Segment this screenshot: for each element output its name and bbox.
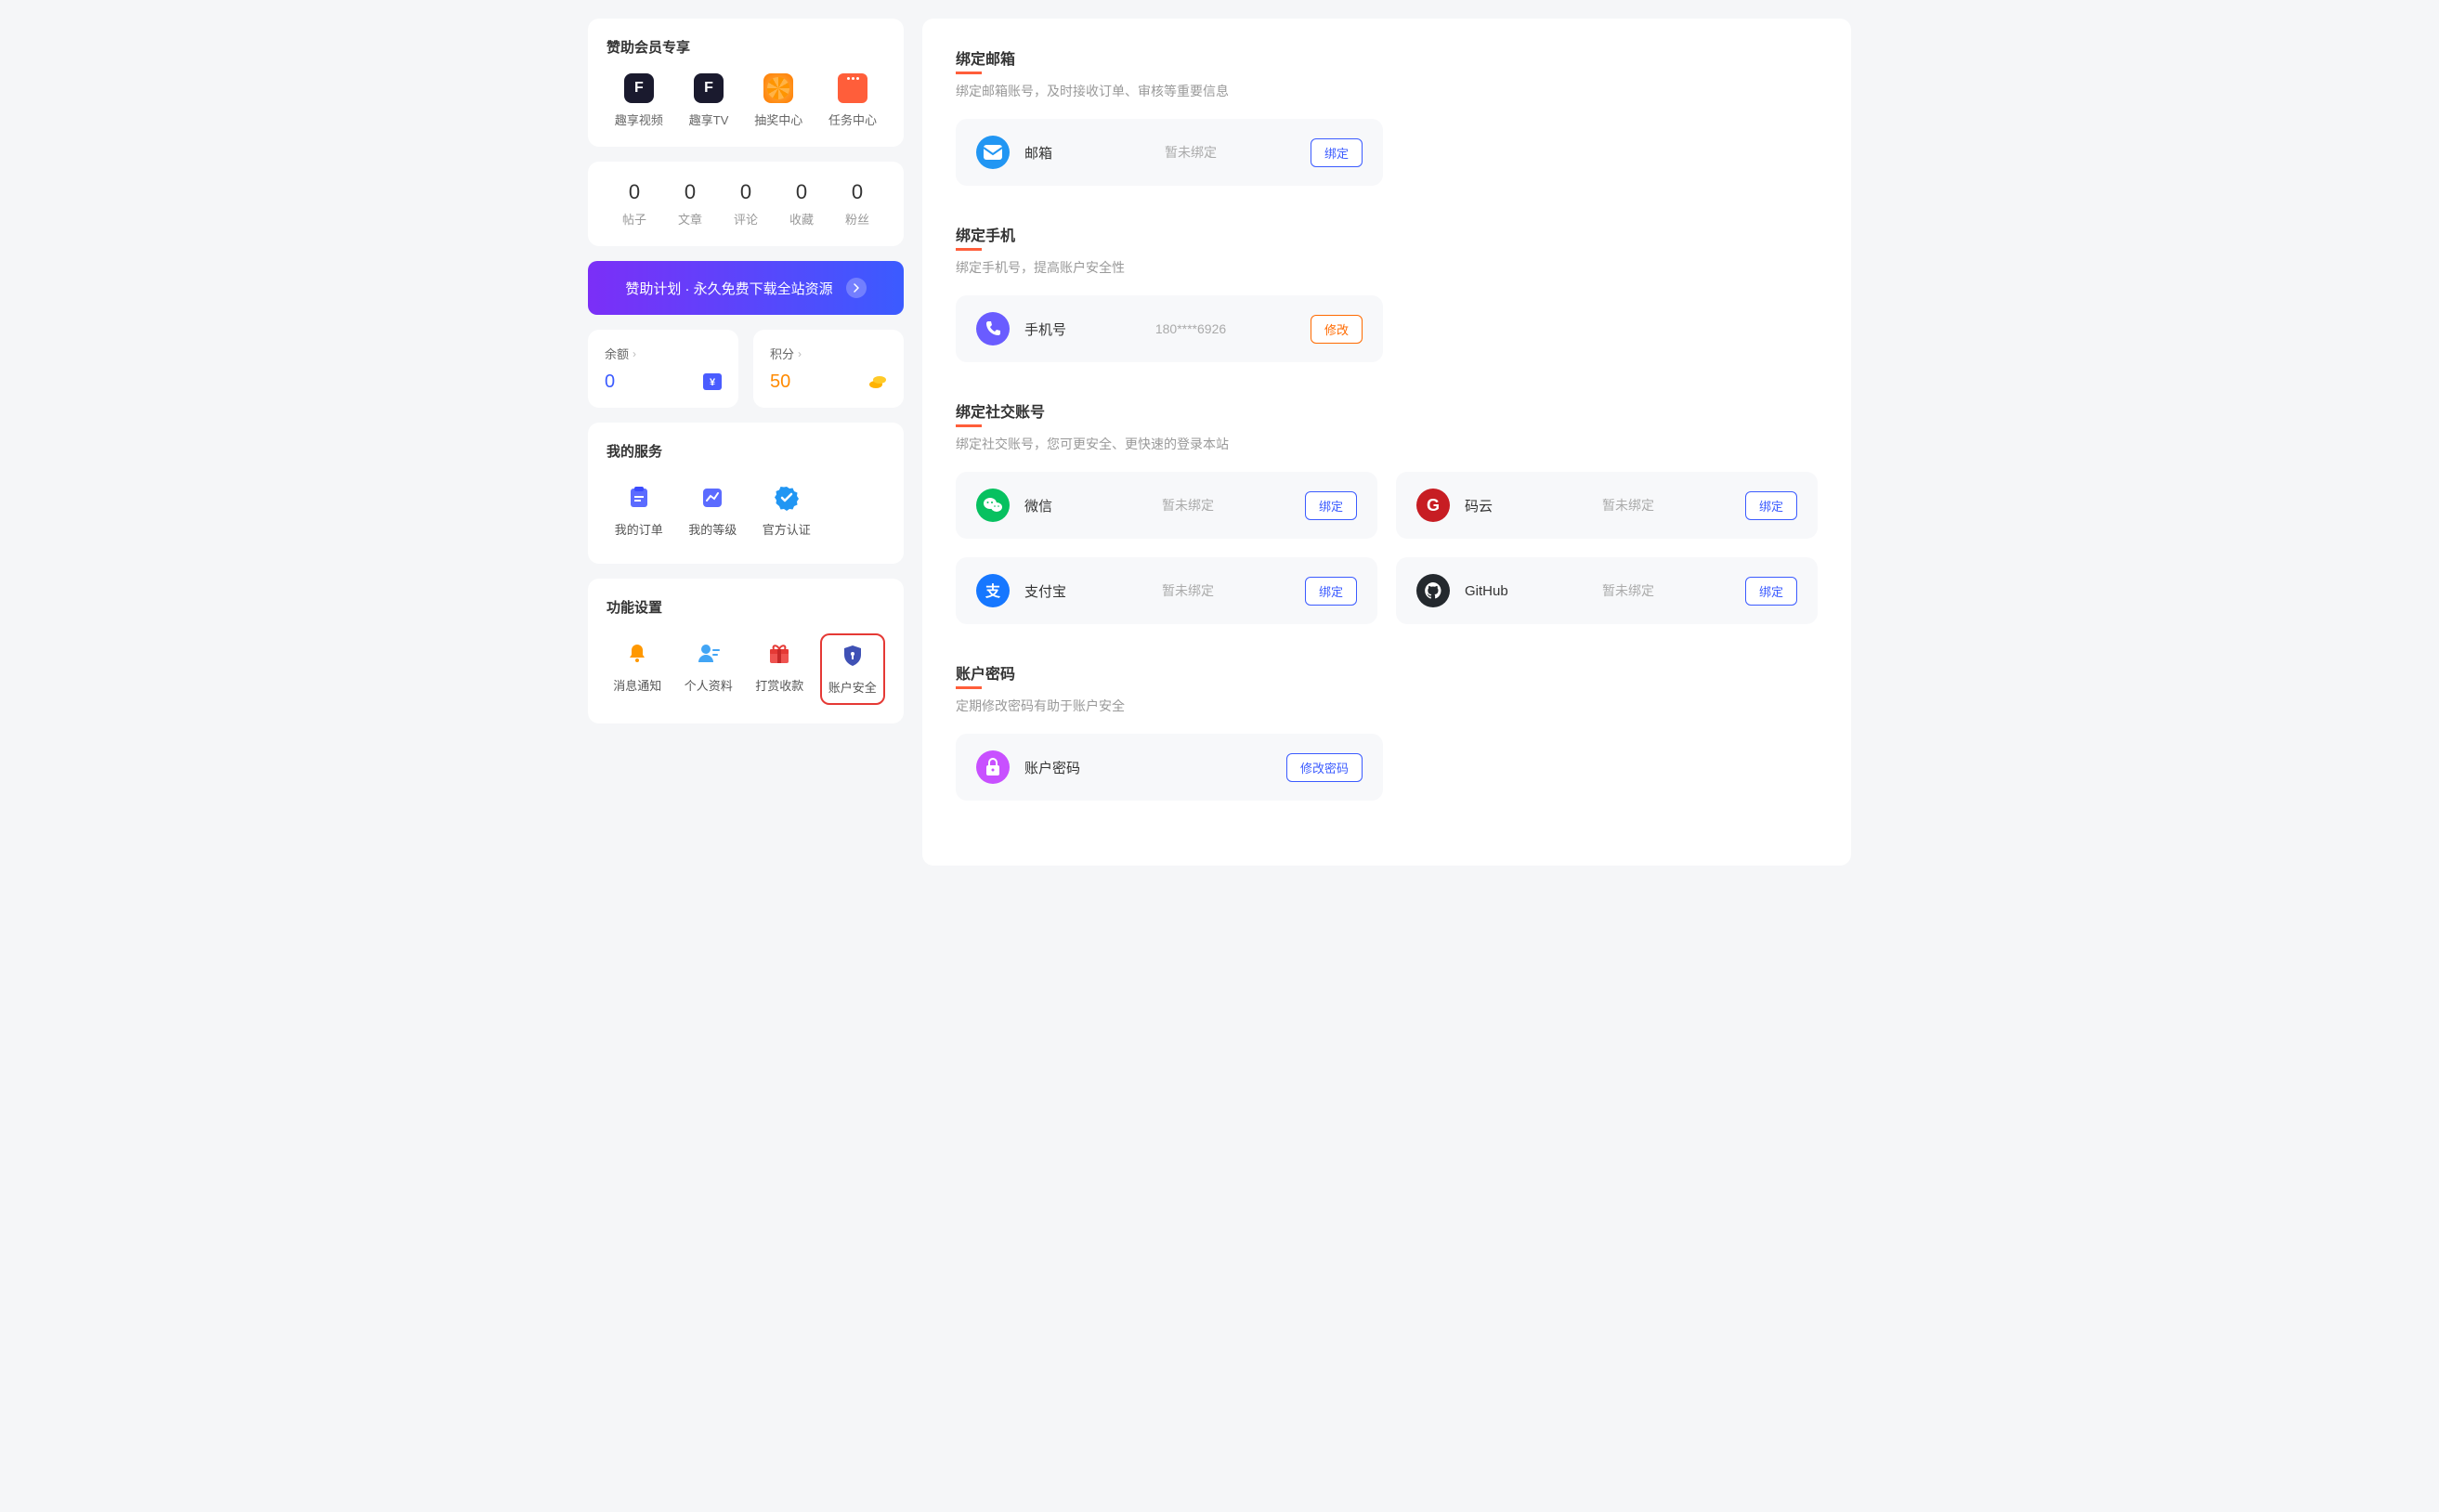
- settings-reward[interactable]: 打赏收款: [749, 633, 811, 705]
- section-title-email: 绑定邮箱: [956, 46, 1818, 69]
- phone-icon: [976, 312, 1010, 345]
- member-exclusive-card: 赞助会员专享 F 趣享视频 F 趣享TV 抽奖中心 任务中心: [588, 19, 904, 147]
- section-title-phone: 绑定手机: [956, 223, 1818, 245]
- binding-alipay: 支 支付宝 暂未绑定 绑定: [956, 557, 1377, 624]
- chevron-right-icon: ›: [798, 347, 802, 360]
- stat-posts[interactable]: 0 帖子: [622, 180, 646, 228]
- stat-fans[interactable]: 0 粉丝: [845, 180, 869, 228]
- member-item-tasks[interactable]: 任务中心: [828, 73, 877, 128]
- section-title-social: 绑定社交账号: [956, 399, 1818, 422]
- stat-comments[interactable]: 0 评论: [734, 180, 758, 228]
- svg-text:¥: ¥: [710, 377, 716, 388]
- balance-card[interactable]: 余额 › 0 ¥: [588, 330, 738, 408]
- bind-gitee-button[interactable]: 绑定: [1745, 491, 1797, 520]
- phone-status: 180****6926: [1086, 321, 1296, 336]
- change-password-button[interactable]: 修改密码: [1286, 753, 1363, 782]
- member-item-tv[interactable]: F 趣享TV: [689, 73, 729, 128]
- wallet-icon: ¥: [703, 373, 722, 392]
- services-title: 我的服务: [606, 441, 885, 461]
- main-content: 绑定邮箱 绑定邮箱账号，及时接收订单、审核等重要信息 邮箱 暂未绑定 绑定 绑定…: [922, 19, 1851, 866]
- github-icon: [1416, 574, 1450, 607]
- clipboard-icon: [626, 485, 652, 511]
- member-item-video[interactable]: F 趣享视频: [615, 73, 663, 128]
- service-orders[interactable]: 我的订单: [606, 477, 672, 545]
- alipay-icon: 支: [976, 574, 1010, 607]
- settings-security[interactable]: 账户安全: [820, 633, 886, 705]
- gift-icon: [766, 641, 792, 667]
- settings-title: 功能设置: [606, 597, 885, 617]
- points-value: 50: [770, 371, 790, 393]
- bind-github-button[interactable]: 绑定: [1745, 577, 1797, 606]
- section-title-password: 账户密码: [956, 661, 1818, 684]
- sponsor-banner[interactable]: 赞助计划 · 永久免费下载全站资源: [588, 261, 904, 315]
- wheel-icon: [763, 73, 793, 103]
- points-card[interactable]: 积分 › 50: [753, 330, 904, 408]
- user-icon: [696, 641, 722, 667]
- binding-phone: 手机号 180****6926 修改: [956, 295, 1383, 362]
- member-title: 赞助会员专享: [606, 37, 885, 57]
- binding-email: 邮箱 暂未绑定 绑定: [956, 119, 1383, 186]
- svg-text:支: 支: [985, 582, 1001, 600]
- binding-gitee: G 码云 暂未绑定 绑定: [1396, 472, 1818, 539]
- section-password: 账户密码 定期修改密码有助于账户安全 账户密码 修改密码: [956, 661, 1818, 801]
- binding-github: GitHub 暂未绑定 绑定: [1396, 557, 1818, 624]
- video-icon: F: [624, 73, 654, 103]
- chevron-right-icon: ›: [633, 347, 636, 360]
- stat-articles[interactable]: 0 文章: [678, 180, 702, 228]
- settings-notifications[interactable]: 消息通知: [606, 633, 669, 705]
- balance-value: 0: [605, 371, 615, 393]
- settings-profile[interactable]: 个人资料: [678, 633, 740, 705]
- binding-password: 账户密码 修改密码: [956, 734, 1383, 801]
- chart-icon: [699, 485, 725, 511]
- service-level[interactable]: 我的等级: [681, 477, 746, 545]
- bind-alipay-button[interactable]: 绑定: [1305, 577, 1357, 606]
- bind-wechat-button[interactable]: 绑定: [1305, 491, 1357, 520]
- tv-icon: F: [694, 73, 724, 103]
- stats-card: 0 帖子 0 文章 0 评论 0 收藏 0 粉丝: [588, 162, 904, 246]
- section-phone: 绑定手机 绑定手机号，提高账户安全性 手机号 180****6926 修改: [956, 223, 1818, 362]
- coins-icon: [868, 373, 887, 392]
- service-verify[interactable]: 官方认证: [754, 477, 819, 545]
- binding-wechat: 微信 暂未绑定 绑定: [956, 472, 1377, 539]
- stat-favorites[interactable]: 0 收藏: [789, 180, 814, 228]
- shield-icon: [840, 643, 866, 669]
- task-icon: [838, 73, 867, 103]
- verified-badge-icon: [774, 485, 800, 511]
- email-icon: [976, 136, 1010, 169]
- wechat-icon: [976, 489, 1010, 522]
- bell-icon: [624, 641, 650, 667]
- services-card: 我的服务 我的订单 我的等级 官方认证: [588, 423, 904, 564]
- arrow-right-icon: [846, 278, 867, 298]
- modify-phone-button[interactable]: 修改: [1311, 315, 1363, 344]
- bind-email-button[interactable]: 绑定: [1311, 138, 1363, 167]
- section-email: 绑定邮箱 绑定邮箱账号，及时接收订单、审核等重要信息 邮箱 暂未绑定 绑定: [956, 46, 1818, 186]
- gitee-icon: G: [1416, 489, 1450, 522]
- member-item-lottery[interactable]: 抽奖中心: [754, 73, 802, 128]
- sponsor-text: 赞助计划 · 永久免费下载全站资源: [625, 279, 832, 298]
- lock-icon: [976, 750, 1010, 784]
- email-status: 暂未绑定: [1086, 143, 1296, 162]
- section-social: 绑定社交账号 绑定社交账号，您可更安全、更快速的登录本站 微信 暂未绑定 绑定 …: [956, 399, 1818, 624]
- settings-card: 功能设置 消息通知 个人资料 打赏收款 账户安全: [588, 579, 904, 723]
